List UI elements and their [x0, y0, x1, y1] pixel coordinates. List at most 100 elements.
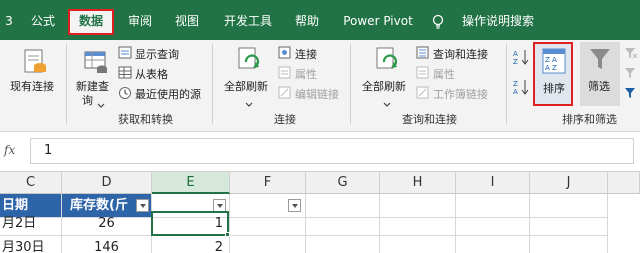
- recent-sources-button[interactable]: 最近使用的源: [135, 86, 201, 102]
- group-label-get-transform: 获取和转换: [118, 113, 173, 126]
- svg-text:Z: Z: [513, 80, 518, 88]
- show-queries-icon: [118, 46, 132, 62]
- column-header-g[interactable]: G: [306, 172, 380, 194]
- ribbon: 现有连接 新建查 询 显示查询 从表格 最近使用的源 获取和转换 全部刷新 连接…: [0, 40, 640, 132]
- sort-icon: Z AA Z: [542, 48, 566, 77]
- cell-text: 2: [214, 240, 223, 253]
- tab-developer[interactable]: 开发工具: [218, 9, 278, 33]
- group-label-queries: 查询和连接: [402, 113, 457, 126]
- tab-review[interactable]: 审阅: [124, 9, 156, 33]
- column-header-c[interactable]: C: [0, 172, 62, 194]
- sort-descending-icon[interactable]: ZA: [512, 78, 530, 99]
- properties-button-1[interactable]: 属性: [295, 66, 317, 82]
- filter-label: 筛选: [588, 80, 610, 93]
- tell-me-search[interactable]: 操作说明搜索: [460, 9, 536, 33]
- cell-g2[interactable]: [306, 212, 380, 236]
- cell-text: 库存数(斤: [70, 198, 128, 213]
- refresh-all-button-1[interactable]: 全部刷新: [224, 78, 268, 94]
- tab-help[interactable]: 帮助: [292, 9, 322, 33]
- active-cell-selection: [151, 211, 229, 236]
- tab-formulas[interactable]: 公式: [28, 9, 58, 33]
- chevron-down-icon: [383, 96, 391, 110]
- cell-h2[interactable]: [380, 212, 456, 236]
- reapply-icon[interactable]: [624, 66, 638, 83]
- column-header-k[interactable]: [608, 172, 640, 194]
- column-header-i[interactable]: I: [456, 172, 530, 194]
- cell-f2[interactable]: [230, 212, 306, 236]
- advanced-filter-icon[interactable]: [624, 86, 638, 103]
- new-query-icon: [82, 46, 110, 79]
- connections-button[interactable]: 连接: [295, 46, 317, 62]
- svg-text:Z A: Z A: [545, 56, 557, 64]
- cell-j3[interactable]: [530, 236, 608, 253]
- ribbon-tab-bar: 3 公式 数据 审阅 视图 开发工具 帮助 Power Pivot 操作说明搜索: [0, 0, 640, 40]
- cell-h3[interactable]: [380, 236, 456, 253]
- refresh-all-icon: [374, 46, 400, 77]
- sort-label: 排序: [543, 82, 565, 95]
- cell-text: 26: [98, 216, 115, 231]
- cell-text: 月30日: [2, 240, 45, 253]
- group-label-connections: 连接: [274, 113, 296, 126]
- cell-c3[interactable]: 月30日: [0, 236, 62, 253]
- column-header-h[interactable]: H: [380, 172, 456, 194]
- cell-text: 月2日: [2, 216, 37, 231]
- recent-sources-icon: [118, 86, 132, 103]
- cell-text: 146: [94, 240, 119, 253]
- properties-icon: [416, 66, 429, 82]
- workbook-links-icon: [416, 86, 429, 102]
- from-table-button[interactable]: 从表格: [135, 66, 168, 82]
- filter-dropdown-icon[interactable]: [136, 199, 149, 212]
- cell-d3[interactable]: 146: [62, 236, 152, 253]
- show-queries-button[interactable]: 显示查询: [135, 46, 179, 62]
- group-label-sort-filter: 排序和筛选: [562, 113, 617, 126]
- tab-partial[interactable]: 3: [2, 9, 16, 33]
- filter-icon: [588, 46, 612, 75]
- svg-text:A Z: A Z: [545, 64, 557, 72]
- refresh-all-button-2[interactable]: 全部刷新: [362, 78, 406, 94]
- column-header-f[interactable]: F: [230, 172, 306, 194]
- fill-handle[interactable]: [225, 232, 230, 237]
- cell-g3[interactable]: [306, 236, 380, 253]
- existing-connections-icon: [22, 46, 48, 79]
- cell-i3[interactable]: [456, 236, 530, 253]
- column-header-d[interactable]: D: [62, 172, 152, 194]
- cell-j2[interactable]: [530, 212, 608, 236]
- properties-button-2[interactable]: 属性: [433, 66, 455, 82]
- svg-text:A: A: [513, 88, 518, 96]
- existing-connections-button[interactable]: 现有连接: [10, 78, 54, 94]
- new-query-label-2: 询: [82, 94, 93, 107]
- formula-input[interactable]: [30, 138, 634, 164]
- insert-function-icon[interactable]: fx: [4, 143, 15, 157]
- svg-text:Z: Z: [513, 58, 518, 66]
- chevron-down-icon: [245, 96, 253, 110]
- formula-value: 1: [44, 143, 53, 158]
- cell-f3[interactable]: [230, 236, 306, 253]
- edit-links-icon: [278, 86, 291, 102]
- properties-icon: [278, 66, 291, 82]
- table-icon: [118, 66, 132, 82]
- tab-power-pivot[interactable]: Power Pivot: [342, 9, 414, 33]
- column-header-j[interactable]: J: [530, 172, 608, 194]
- workbook-links-button[interactable]: 工作簿链接: [433, 86, 488, 102]
- sort-ascending-icon[interactable]: AZ: [512, 48, 530, 69]
- cell-c2[interactable]: 月2日: [0, 212, 62, 236]
- sort-button[interactable]: Z AA Z 排序: [533, 42, 573, 106]
- cell-i2[interactable]: [456, 212, 530, 236]
- filter-dropdown-icon[interactable]: [288, 199, 301, 212]
- cell-text: 日期: [2, 198, 29, 213]
- queries-connections-button[interactable]: 查询和连接: [433, 46, 488, 62]
- edit-links-button[interactable]: 编辑链接: [295, 86, 339, 102]
- connections-icon: [278, 46, 291, 62]
- cell-e3[interactable]: 2: [152, 236, 230, 253]
- svg-text:A: A: [513, 50, 518, 58]
- tab-data[interactable]: 数据: [68, 9, 114, 35]
- queries-connections-icon: [416, 46, 429, 62]
- refresh-all-icon: [236, 46, 262, 77]
- filter-button[interactable]: 筛选: [580, 42, 620, 106]
- tab-view[interactable]: 视图: [172, 9, 202, 33]
- cell-d2[interactable]: 26: [62, 212, 152, 236]
- chevron-down-icon: [97, 97, 105, 111]
- column-header-e[interactable]: E: [152, 172, 230, 194]
- lightbulb-icon: [432, 14, 444, 33]
- clear-filter-icon[interactable]: [624, 46, 638, 63]
